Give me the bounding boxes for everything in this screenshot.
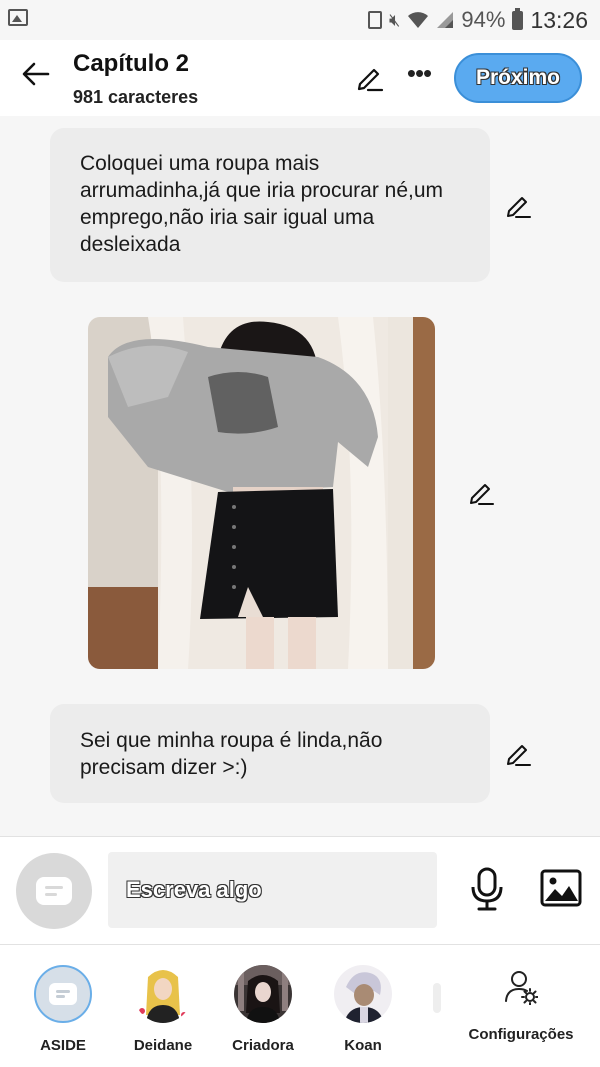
- microphone-icon[interactable]: [469, 867, 505, 911]
- nav-item-configuracoes[interactable]: Configurações: [462, 969, 580, 1043]
- bottom-navigation: ASIDE Deidane Criadora Koan Configuraçõe…: [0, 945, 600, 1067]
- editor-header: Capítulo 2 981 caracteres ••• Próximo: [0, 40, 600, 116]
- chapter-title: Capítulo 2: [73, 50, 190, 77]
- nav-label: Criadora: [232, 1037, 294, 1054]
- avatar: [334, 965, 392, 1023]
- outfit-photo[interactable]: [88, 317, 435, 669]
- back-arrow-icon[interactable]: [20, 58, 52, 90]
- gallery-notification-icon: [8, 9, 28, 26]
- recycle-icon: [368, 11, 383, 29]
- nav-item-koan[interactable]: Koan: [323, 965, 403, 1054]
- battery-percent: 94%: [461, 7, 506, 32]
- aside-icon: [36, 877, 72, 905]
- insert-image-icon[interactable]: [540, 869, 582, 907]
- nav-label: Configurações: [468, 1026, 574, 1043]
- more-options-icon[interactable]: •••: [404, 60, 434, 92]
- edit-block-icon[interactable]: [505, 192, 533, 220]
- status-icons: 🔇︎ 94% 13:26: [368, 6, 588, 34]
- deidane-avatar-image: [134, 965, 192, 1023]
- nav-item-aside[interactable]: ASIDE: [23, 965, 103, 1054]
- clock: 13:26: [530, 6, 588, 33]
- scroll-peek: [433, 983, 441, 1013]
- status-bar: 🔇︎ 94% 13:26: [0, 0, 600, 40]
- criadora-avatar-image: [234, 965, 292, 1023]
- nav-label: Deidane: [133, 1037, 193, 1054]
- aside-icon: [49, 983, 77, 1005]
- chapter-content: Coloquei uma roupa mais arrumadinha,já q…: [0, 116, 600, 836]
- battery-icon: [512, 7, 524, 30]
- text-block[interactable]: Coloquei uma roupa mais arrumadinha,já q…: [50, 128, 490, 282]
- text-block[interactable]: Sei que minha roupa é linda,não precisam…: [50, 704, 490, 803]
- edit-title-icon[interactable]: [354, 62, 386, 94]
- nav-item-deidane[interactable]: Deidane: [123, 965, 203, 1054]
- aside-toggle-button[interactable]: [16, 853, 92, 929]
- aside-avatar: [34, 965, 92, 1023]
- character-count: 981 caracteres: [73, 87, 199, 107]
- next-button[interactable]: Próximo: [454, 53, 582, 103]
- signal-icon: [437, 12, 454, 28]
- avatar: [134, 965, 192, 1023]
- koan-avatar-image: [334, 965, 392, 1023]
- user-settings-icon: [505, 971, 539, 1006]
- outfit-image: [88, 317, 435, 669]
- message-input[interactable]: Escreva algo: [108, 852, 437, 928]
- edit-block-icon[interactable]: [505, 740, 533, 768]
- avatar: [234, 965, 292, 1023]
- nav-label: Koan: [344, 1037, 382, 1054]
- composer-bar: Escreva algo: [0, 837, 600, 945]
- nav-item-criadora[interactable]: Criadora: [223, 965, 303, 1054]
- mute-icon: 🔇︎: [389, 9, 401, 30]
- edit-image-icon[interactable]: [468, 479, 496, 507]
- wifi-icon: [408, 12, 429, 28]
- nav-label: ASIDE: [40, 1037, 86, 1054]
